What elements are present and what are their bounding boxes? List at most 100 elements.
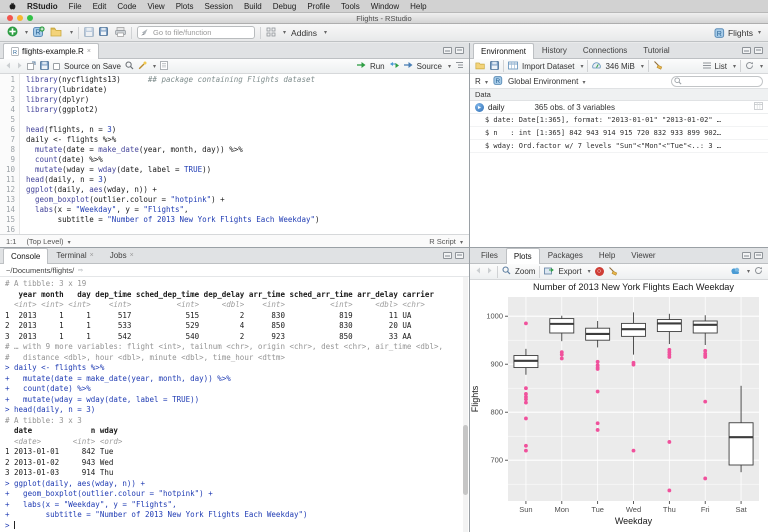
tab-plots[interactable]: Plots — [505, 248, 540, 264]
save-workspace-icon[interactable] — [490, 60, 499, 72]
scope-selector[interactable]: (Top Level) ▾ — [26, 237, 70, 246]
tab-environment[interactable]: Environment — [473, 43, 534, 59]
code-line[interactable]: library(lubridate) — [26, 85, 469, 95]
menu-edit[interactable]: Edit — [93, 2, 107, 11]
environment-selector[interactable]: Global Environment ▾ — [508, 77, 586, 86]
code-line[interactable]: geom_boxplot(outlier.colour = "hotpink")… — [26, 195, 469, 205]
print-icon[interactable] — [115, 26, 126, 39]
code-line[interactable]: library(dplyr) — [26, 95, 469, 105]
menu-debug[interactable]: Debug — [273, 2, 297, 11]
maximize-pane-icon[interactable] — [754, 252, 763, 259]
save-doc-icon[interactable] — [40, 60, 49, 72]
menu-help[interactable]: Help — [410, 2, 426, 11]
menu-file[interactable]: File — [69, 2, 82, 11]
tab-tutorial[interactable]: Tutorial — [635, 43, 677, 58]
view-table-icon[interactable] — [754, 102, 763, 112]
menu-window[interactable]: Window — [371, 2, 399, 11]
language-selector[interactable]: R ▾ — [475, 77, 488, 86]
path-arrow-icon[interactable]: ⇨ — [78, 267, 83, 274]
menu-plots[interactable]: Plots — [176, 2, 194, 11]
refresh-environment-icon[interactable] — [745, 61, 754, 72]
tab-terminal[interactable]: Terminal × — [48, 248, 101, 263]
clear-environment-broom-icon[interactable] — [653, 60, 663, 72]
new-file-icon[interactable] — [7, 26, 18, 39]
code-tools-wand-icon[interactable] — [138, 61, 147, 72]
code-line[interactable]: head(flights, n = 3) — [26, 125, 469, 135]
publish-plot-icon[interactable] — [730, 266, 741, 277]
open-file-icon[interactable] — [50, 27, 63, 39]
list-view-button[interactable]: List — [715, 62, 727, 71]
object-row-daily[interactable]: ▸ daily 365 obs. of 3 variables — [470, 101, 768, 114]
close-window-button[interactable] — [7, 15, 13, 21]
menu-rstudio[interactable]: RStudio — [27, 2, 58, 11]
tab-viewer[interactable]: Viewer — [623, 248, 663, 263]
code-line[interactable]: labs(x = "Weekday", y = "Flights", — [26, 205, 469, 215]
close-tab-icon[interactable]: × — [87, 46, 91, 57]
code-line[interactable]: library(nycflights13) ## package contain… — [26, 75, 469, 85]
menu-session[interactable]: Session — [204, 2, 232, 11]
console-scrollbar[interactable] — [463, 277, 468, 532]
remove-plot-icon[interactable]: ○ — [594, 267, 604, 276]
code-line[interactable]: mutate(wday = wday(date, label = TRUE)) — [26, 165, 469, 175]
export-plot-icon[interactable] — [544, 266, 555, 277]
menu-build[interactable]: Build — [244, 2, 262, 11]
code-line[interactable]: daily <- flights %>% — [26, 135, 469, 145]
file-type-selector[interactable]: R Script ▾ — [429, 237, 463, 246]
save-icon[interactable] — [84, 26, 95, 39]
minimize-pane-icon[interactable] — [742, 252, 751, 259]
previous-plot-icon[interactable] — [475, 267, 482, 276]
code-line[interactable]: subtitle = "Number of 2013 New York Flig… — [26, 215, 469, 225]
import-dataset-button[interactable]: Import Dataset — [522, 62, 574, 71]
new-project-icon[interactable]: R — [33, 26, 45, 39]
tab-console[interactable]: Console — [3, 248, 49, 264]
outline-icon[interactable] — [455, 61, 464, 71]
addins-dropdown[interactable]: ▾ — [324, 29, 327, 36]
minimize-pane-icon[interactable] — [742, 47, 751, 54]
menu-tools[interactable]: Tools — [341, 2, 360, 11]
maximize-pane-icon[interactable] — [455, 252, 464, 259]
code-line[interactable] — [26, 225, 469, 234]
minimize-pane-icon[interactable] — [443, 47, 452, 54]
publish-dropdown[interactable]: ▾ — [747, 268, 750, 275]
goto-file-search[interactable] — [137, 26, 256, 39]
console-output[interactable]: # A tibble: 3 x 19 year month day dep_ti… — [0, 277, 469, 532]
open-file-dropdown[interactable]: ▾ — [70, 29, 73, 36]
source-arrow-icon[interactable] — [403, 61, 413, 71]
memory-dropdown[interactable]: ▾ — [641, 63, 644, 70]
forward-icon[interactable] — [16, 62, 23, 71]
zoom-plot-icon[interactable] — [502, 266, 511, 277]
tab-packages[interactable]: Packages — [540, 248, 591, 263]
clear-plots-broom-icon[interactable] — [608, 266, 618, 278]
apple-icon[interactable] — [9, 2, 16, 10]
source-button[interactable]: Source — [417, 62, 442, 71]
tab-history[interactable]: History — [534, 43, 575, 58]
code-line[interactable]: mutate(date = make_date(year, month, day… — [26, 145, 469, 155]
menu-code[interactable]: Code — [117, 2, 136, 11]
dataframe-icon[interactable]: ▸ — [475, 102, 484, 112]
zoom-window-button[interactable] — [27, 15, 33, 21]
project-selector[interactable]: R Flights ▾ — [714, 27, 761, 38]
list-view-icon[interactable] — [702, 62, 711, 71]
run-button[interactable]: Run — [370, 62, 385, 71]
export-dropdown[interactable]: ▾ — [588, 268, 591, 275]
minimize-pane-icon[interactable] — [443, 252, 452, 259]
code-line[interactable]: count(date) %>% — [26, 155, 469, 165]
code-line[interactable]: library(ggplot2) — [26, 105, 469, 115]
next-plot-icon[interactable] — [486, 267, 493, 276]
refresh-dropdown[interactable]: ▾ — [760, 63, 763, 70]
close-tab-icon[interactable]: × — [130, 250, 134, 261]
back-icon[interactable] — [5, 62, 12, 71]
source-dropdown[interactable]: ▾ — [448, 63, 451, 70]
compile-report-icon[interactable] — [160, 60, 168, 72]
menu-view[interactable]: View — [147, 2, 164, 11]
load-workspace-icon[interactable] — [475, 61, 486, 72]
menu-profile[interactable]: Profile — [307, 2, 330, 11]
refresh-plot-icon[interactable] — [754, 266, 763, 277]
addins-button[interactable]: Addins — [291, 28, 317, 38]
maximize-pane-icon[interactable] — [455, 47, 464, 54]
import-dataset-icon[interactable] — [508, 61, 518, 72]
code-editor[interactable]: 1 2 3 4 5 6 7 8 9 10 11 12 13 14 15 16 library(nycfligh… — [0, 74, 469, 234]
export-plot-button[interactable]: Export — [558, 267, 581, 276]
tab-connections[interactable]: Connections — [575, 43, 635, 58]
goto-file-input[interactable] — [137, 26, 256, 39]
